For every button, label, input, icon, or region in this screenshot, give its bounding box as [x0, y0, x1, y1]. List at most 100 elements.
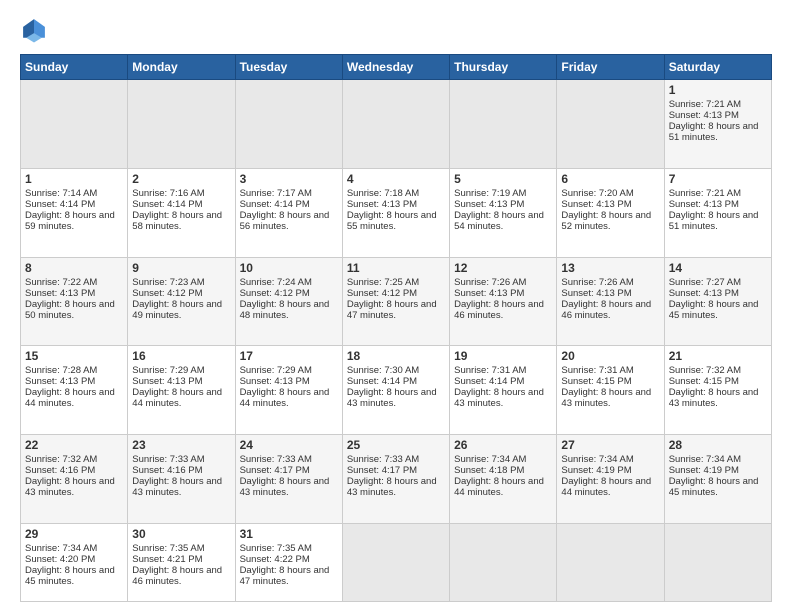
sunset: Sunset: 4:12 PM	[347, 288, 417, 299]
daylight: Daylight: 8 hours and 47 minutes.	[240, 565, 330, 587]
daylight: Daylight: 8 hours and 52 minutes.	[561, 210, 651, 232]
daylight: Daylight: 8 hours and 59 minutes.	[25, 210, 115, 232]
sunset: Sunset: 4:14 PM	[240, 199, 310, 210]
daylight: Daylight: 8 hours and 46 minutes.	[561, 299, 651, 321]
sunset: Sunset: 4:14 PM	[347, 376, 417, 387]
calendar-day-header: Saturday	[664, 55, 771, 80]
sunset: Sunset: 4:13 PM	[561, 199, 631, 210]
logo	[20, 16, 52, 44]
day-number: 19	[454, 349, 552, 363]
day-number: 31	[240, 527, 338, 541]
daylight: Daylight: 8 hours and 44 minutes.	[25, 387, 115, 409]
day-number: 29	[25, 527, 123, 541]
day-number: 28	[669, 438, 767, 452]
daylight: Daylight: 8 hours and 51 minutes.	[669, 121, 759, 143]
sunset: Sunset: 4:13 PM	[240, 376, 310, 387]
calendar-cell	[557, 523, 664, 601]
calendar-cell: 30 Sunrise: 7:35 AM Sunset: 4:21 PM Dayl…	[128, 523, 235, 601]
day-number: 8	[25, 261, 123, 275]
calendar-cell: 2 Sunrise: 7:16 AM Sunset: 4:14 PM Dayli…	[128, 168, 235, 257]
day-number: 1	[669, 83, 767, 97]
calendar-day-header: Friday	[557, 55, 664, 80]
day-number: 12	[454, 261, 552, 275]
sunset: Sunset: 4:20 PM	[25, 554, 95, 565]
daylight: Daylight: 8 hours and 44 minutes.	[454, 476, 544, 498]
sunrise: Sunrise: 7:31 AM	[454, 365, 526, 376]
sunrise: Sunrise: 7:35 AM	[132, 543, 204, 554]
calendar-day-header: Tuesday	[235, 55, 342, 80]
sunrise: Sunrise: 7:16 AM	[132, 188, 204, 199]
calendar-header-row: SundayMondayTuesdayWednesdayThursdayFrid…	[21, 55, 772, 80]
calendar-cell: 27 Sunrise: 7:34 AM Sunset: 4:19 PM Dayl…	[557, 435, 664, 524]
calendar-cell: 23 Sunrise: 7:33 AM Sunset: 4:16 PM Dayl…	[128, 435, 235, 524]
sunset: Sunset: 4:17 PM	[240, 465, 310, 476]
calendar-table: SundayMondayTuesdayWednesdayThursdayFrid…	[20, 54, 772, 602]
sunrise: Sunrise: 7:26 AM	[561, 277, 633, 288]
calendar-cell	[128, 80, 235, 169]
calendar-cell: 25 Sunrise: 7:33 AM Sunset: 4:17 PM Dayl…	[342, 435, 449, 524]
calendar-cell: 6 Sunrise: 7:20 AM Sunset: 4:13 PM Dayli…	[557, 168, 664, 257]
day-number: 17	[240, 349, 338, 363]
daylight: Daylight: 8 hours and 48 minutes.	[240, 299, 330, 321]
sunrise: Sunrise: 7:21 AM	[669, 99, 741, 110]
sunrise: Sunrise: 7:29 AM	[132, 365, 204, 376]
daylight: Daylight: 8 hours and 45 minutes.	[25, 565, 115, 587]
day-number: 1	[25, 172, 123, 186]
day-number: 3	[240, 172, 338, 186]
sunset: Sunset: 4:15 PM	[561, 376, 631, 387]
sunrise: Sunrise: 7:30 AM	[347, 365, 419, 376]
daylight: Daylight: 8 hours and 43 minutes.	[454, 387, 544, 409]
sunset: Sunset: 4:13 PM	[669, 199, 739, 210]
sunset: Sunset: 4:13 PM	[454, 288, 524, 299]
sunrise: Sunrise: 7:17 AM	[240, 188, 312, 199]
calendar-cell: 14 Sunrise: 7:27 AM Sunset: 4:13 PM Dayl…	[664, 257, 771, 346]
sunrise: Sunrise: 7:35 AM	[240, 543, 312, 554]
daylight: Daylight: 8 hours and 43 minutes.	[132, 476, 222, 498]
calendar-cell: 18 Sunrise: 7:30 AM Sunset: 4:14 PM Dayl…	[342, 346, 449, 435]
sunset: Sunset: 4:13 PM	[669, 288, 739, 299]
day-number: 14	[669, 261, 767, 275]
day-number: 5	[454, 172, 552, 186]
calendar-cell: 7 Sunrise: 7:21 AM Sunset: 4:13 PM Dayli…	[664, 168, 771, 257]
sunrise: Sunrise: 7:25 AM	[347, 277, 419, 288]
sunrise: Sunrise: 7:19 AM	[454, 188, 526, 199]
calendar-cell: 21 Sunrise: 7:32 AM Sunset: 4:15 PM Dayl…	[664, 346, 771, 435]
sunrise: Sunrise: 7:34 AM	[669, 454, 741, 465]
daylight: Daylight: 8 hours and 56 minutes.	[240, 210, 330, 232]
sunrise: Sunrise: 7:32 AM	[25, 454, 97, 465]
daylight: Daylight: 8 hours and 44 minutes.	[561, 476, 651, 498]
calendar-day-header: Wednesday	[342, 55, 449, 80]
calendar-cell	[342, 80, 449, 169]
day-number: 26	[454, 438, 552, 452]
calendar-cell: 8 Sunrise: 7:22 AM Sunset: 4:13 PM Dayli…	[21, 257, 128, 346]
calendar-cell: 1 Sunrise: 7:21 AM Sunset: 4:13 PM Dayli…	[664, 80, 771, 169]
sunset: Sunset: 4:14 PM	[454, 376, 524, 387]
sunset: Sunset: 4:16 PM	[25, 465, 95, 476]
calendar-cell: 16 Sunrise: 7:29 AM Sunset: 4:13 PM Dayl…	[128, 346, 235, 435]
sunrise: Sunrise: 7:28 AM	[25, 365, 97, 376]
day-number: 16	[132, 349, 230, 363]
daylight: Daylight: 8 hours and 46 minutes.	[454, 299, 544, 321]
calendar-cell	[450, 523, 557, 601]
sunset: Sunset: 4:14 PM	[132, 199, 202, 210]
calendar-cell: 5 Sunrise: 7:19 AM Sunset: 4:13 PM Dayli…	[450, 168, 557, 257]
daylight: Daylight: 8 hours and 54 minutes.	[454, 210, 544, 232]
calendar-cell: 28 Sunrise: 7:34 AM Sunset: 4:19 PM Dayl…	[664, 435, 771, 524]
logo-icon	[20, 16, 48, 44]
daylight: Daylight: 8 hours and 45 minutes.	[669, 299, 759, 321]
sunrise: Sunrise: 7:24 AM	[240, 277, 312, 288]
daylight: Daylight: 8 hours and 50 minutes.	[25, 299, 115, 321]
sunset: Sunset: 4:19 PM	[669, 465, 739, 476]
calendar-day-header: Thursday	[450, 55, 557, 80]
day-number: 10	[240, 261, 338, 275]
calendar-cell: 29 Sunrise: 7:34 AM Sunset: 4:20 PM Dayl…	[21, 523, 128, 601]
daylight: Daylight: 8 hours and 45 minutes.	[669, 476, 759, 498]
sunset: Sunset: 4:13 PM	[561, 288, 631, 299]
day-number: 13	[561, 261, 659, 275]
day-number: 6	[561, 172, 659, 186]
day-number: 7	[669, 172, 767, 186]
calendar-day-header: Sunday	[21, 55, 128, 80]
sunrise: Sunrise: 7:27 AM	[669, 277, 741, 288]
sunrise: Sunrise: 7:14 AM	[25, 188, 97, 199]
sunset: Sunset: 4:18 PM	[454, 465, 524, 476]
